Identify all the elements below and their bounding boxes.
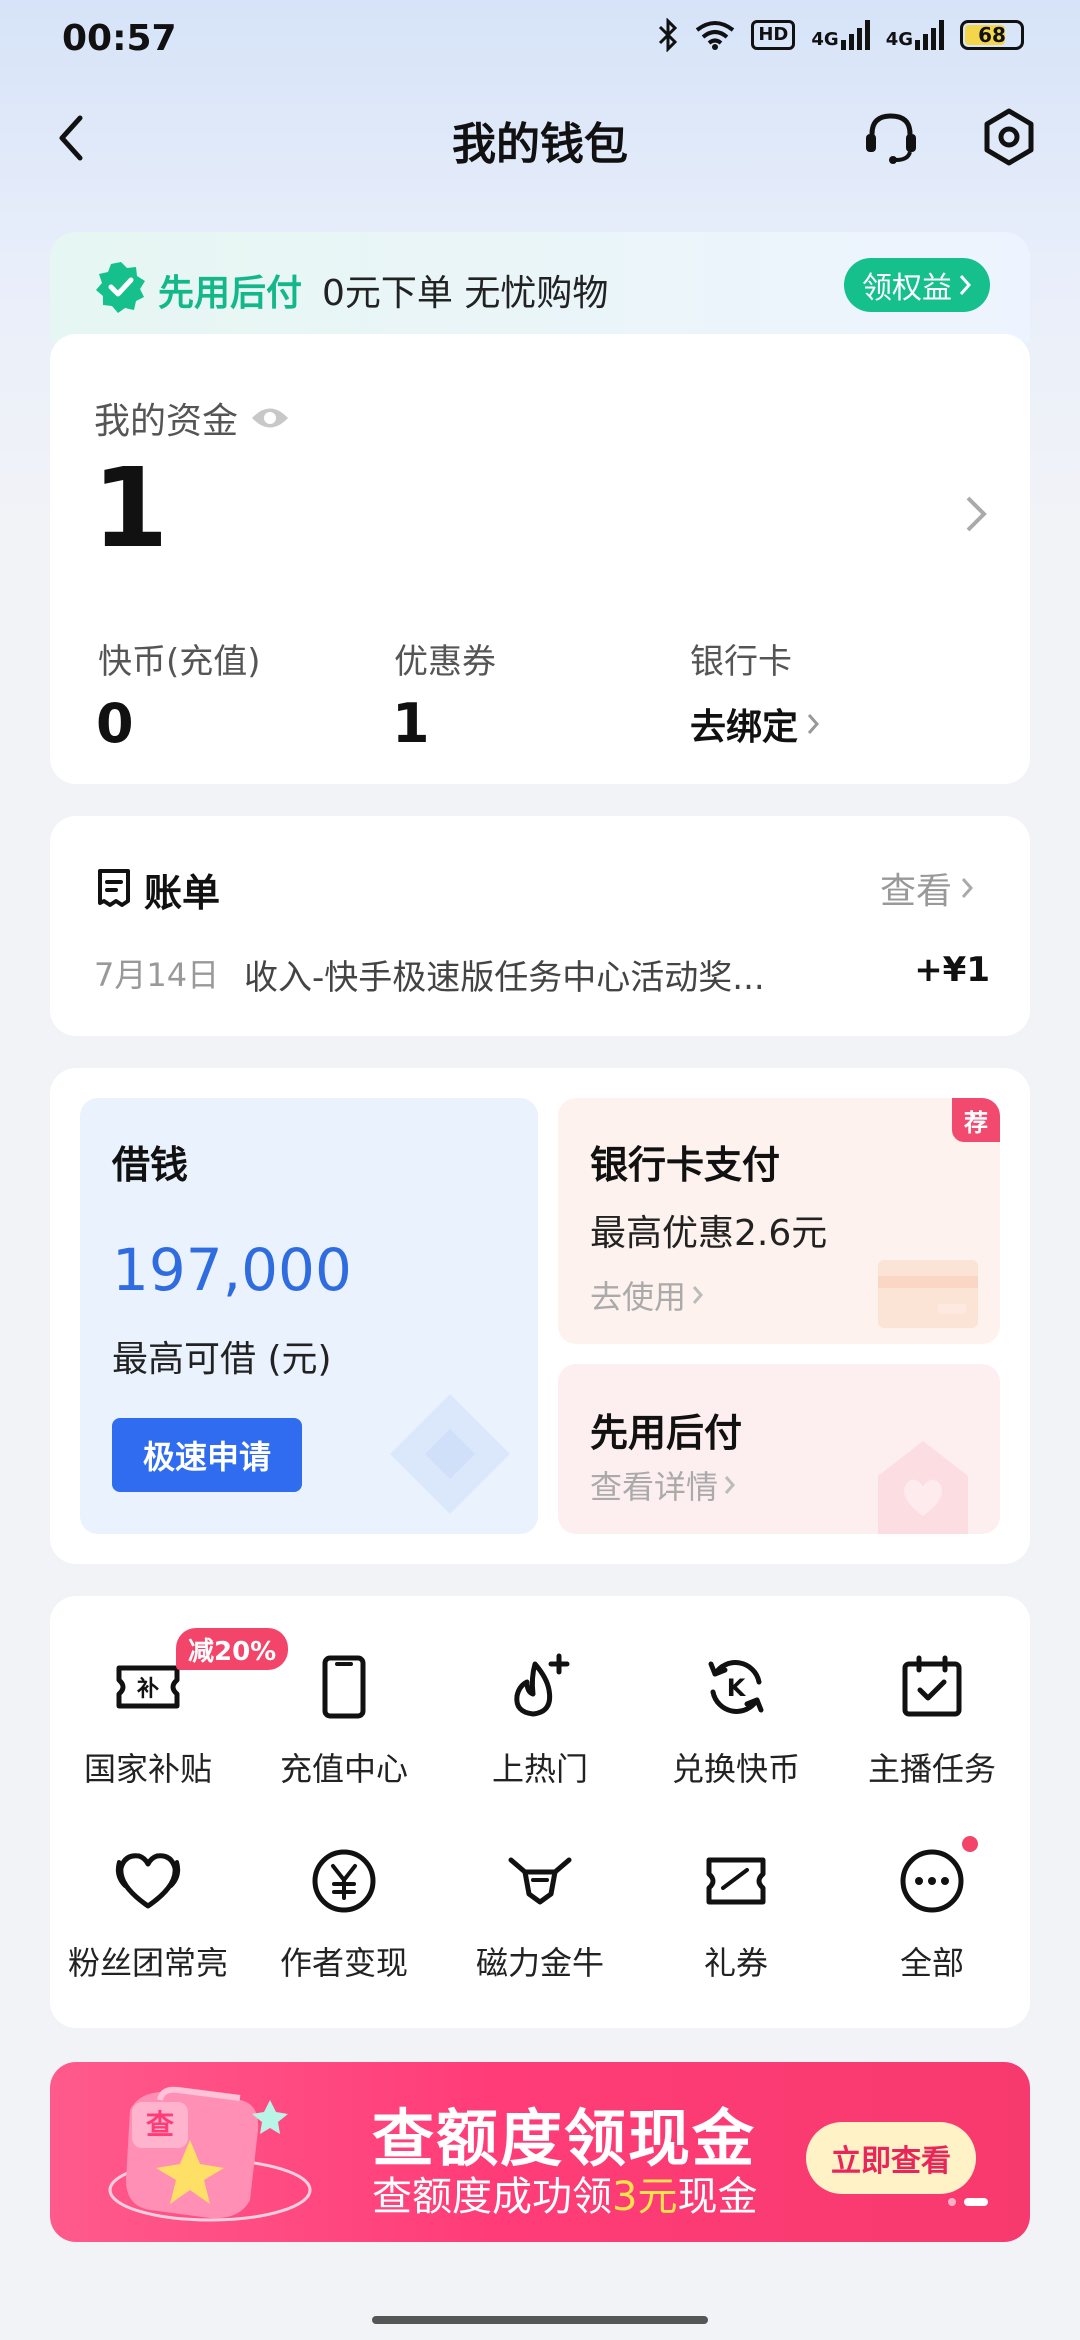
eye-icon[interactable]	[250, 405, 290, 431]
bnpl-details-link[interactable]: 查看详情	[590, 1462, 736, 1508]
grid-item-all[interactable]: 全部	[834, 1846, 1030, 1984]
loan-title: 借钱	[112, 1143, 189, 1187]
bind-card-link[interactable]: 去绑定	[690, 698, 820, 750]
view-now-button[interactable]: 立即查看	[806, 2122, 976, 2194]
ticket-icon	[706, 1857, 766, 1905]
grid-item-subsidy[interactable]: 补 国家补贴	[50, 1652, 246, 1790]
claim-benefits-button[interactable]: 领权益	[844, 258, 990, 312]
gift-art-icon: 查	[108, 2086, 312, 2222]
heart-decor-icon	[878, 1441, 968, 1534]
grid-label: 全部	[899, 1944, 964, 1982]
grid-item-fan-club[interactable]: 粉丝团常亮	[50, 1846, 246, 1984]
grid-item-magnetic-bull[interactable]: 磁力金牛	[442, 1846, 638, 1984]
diamond-decor-icon	[390, 1394, 510, 1514]
notification-dot	[962, 1836, 978, 1852]
grid-label: 作者变现	[279, 1944, 408, 1982]
chevron-right-icon	[692, 1286, 704, 1304]
chevron-right-icon	[961, 878, 974, 898]
funds-label: 我的资金	[94, 392, 290, 444]
bill-title: 账单	[144, 871, 221, 915]
bind-card-label: 去绑定	[690, 707, 799, 748]
yen-circle-icon	[312, 1849, 376, 1913]
card-decor-icon	[878, 1260, 978, 1328]
kuaibi-value[interactable]: 0	[96, 692, 134, 755]
bill-view-link[interactable]: 查看	[880, 862, 974, 914]
grid-item-streamer-tasks[interactable]: 主播任务	[834, 1652, 1030, 1790]
coupon-label: 优惠券	[394, 642, 496, 682]
bnpl-details-label: 查看详情	[590, 1468, 719, 1506]
hd-badge: HD	[751, 20, 796, 50]
grid-label: 粉丝团常亮	[67, 1944, 228, 1982]
settings-icon[interactable]	[978, 106, 1040, 168]
signal-icon: 4G	[811, 20, 870, 50]
grid-label: 充值中心	[279, 1750, 408, 1788]
grid-label: 礼券	[703, 1944, 768, 1982]
bluetooth-icon	[659, 18, 678, 52]
grid-item-vouchers[interactable]: 礼券	[638, 1846, 834, 1984]
wifi-icon	[696, 21, 735, 50]
bnpl-title: 先用后付	[590, 1411, 743, 1455]
exchange-k-icon: K	[708, 1660, 764, 1714]
battery-icon: 68	[960, 20, 1024, 50]
heart-icon	[115, 1853, 181, 1909]
bill-card[interactable]	[50, 816, 1030, 1036]
bank-pay-title: 银行卡支付	[590, 1143, 781, 1187]
grid-item-trending[interactable]: 上热门	[442, 1652, 638, 1790]
loan-amount: 197,000	[112, 1236, 352, 1304]
status-time: 00:57	[62, 18, 177, 59]
bill-description: 收入-快手极速版任务中心活动奖...	[244, 958, 765, 998]
quick-apply-button[interactable]: 极速申请	[112, 1418, 302, 1492]
bill-view-label: 查看	[880, 871, 953, 912]
bank-pay-link[interactable]: 去使用	[590, 1272, 704, 1318]
kuaibi-label: 快币(充值)	[98, 642, 261, 682]
bill-amount: +¥1	[914, 950, 990, 990]
verified-check-icon	[96, 262, 145, 313]
grid-label: 兑换快币	[671, 1750, 800, 1788]
bank-pay-link-label: 去使用	[590, 1278, 687, 1316]
loan-subtitle: 最高可借 (元)	[112, 1339, 332, 1380]
bull-icon	[508, 1857, 572, 1905]
grid-label: 磁力金牛	[475, 1944, 604, 1982]
chevron-right-icon	[959, 275, 972, 295]
claim-benefits-label: 领权益	[862, 271, 952, 306]
chevron-right-icon	[807, 714, 820, 734]
phone-icon	[322, 1655, 366, 1719]
banner-subtitle: 查额度成功领3元现金	[372, 2174, 758, 2220]
bill-date: 7月14日	[94, 956, 220, 994]
status-icons: HD 4G 4G 68	[657, 18, 1024, 52]
more-icon	[900, 1849, 964, 1913]
promo-title: 先用后付	[158, 273, 303, 314]
calendar-check-icon	[902, 1655, 962, 1717]
grid-item-recharge[interactable]: 充值中心	[246, 1652, 442, 1790]
grid-label: 国家补贴	[83, 1750, 212, 1788]
banner-art-label: 查	[146, 2108, 174, 2141]
bill-icon	[98, 869, 130, 907]
signal-icon-2: 4G	[886, 20, 944, 50]
bank-card-label: 银行卡	[690, 642, 792, 682]
grid-label: 上热门	[491, 1750, 588, 1788]
chevron-right-icon[interactable]	[964, 494, 988, 534]
svg-text:补: 补	[136, 1677, 159, 1702]
grid-item-exchange[interactable]: K 兑换快币	[638, 1652, 834, 1790]
grid-item-monetize[interactable]: 作者变现	[246, 1846, 442, 1984]
coupon-value[interactable]: 1	[392, 692, 430, 755]
promo-desc: 0元下单 无忧购物	[322, 273, 609, 314]
home-indicator[interactable]	[372, 2316, 708, 2324]
bank-pay-subtitle: 最高优惠2.6元	[590, 1213, 828, 1254]
svg-text:K: K	[727, 1674, 747, 1702]
headset-icon[interactable]	[860, 106, 922, 168]
funds-value[interactable]: 1	[92, 448, 169, 568]
subsidy-icon: 补	[116, 1665, 180, 1709]
banner-pagination	[948, 2198, 988, 2206]
grid-label: 主播任务	[867, 1750, 996, 1788]
recommend-badge: 荐	[952, 1098, 1000, 1142]
flame-plus-icon	[514, 1653, 570, 1717]
chevron-right-icon	[724, 1476, 736, 1494]
